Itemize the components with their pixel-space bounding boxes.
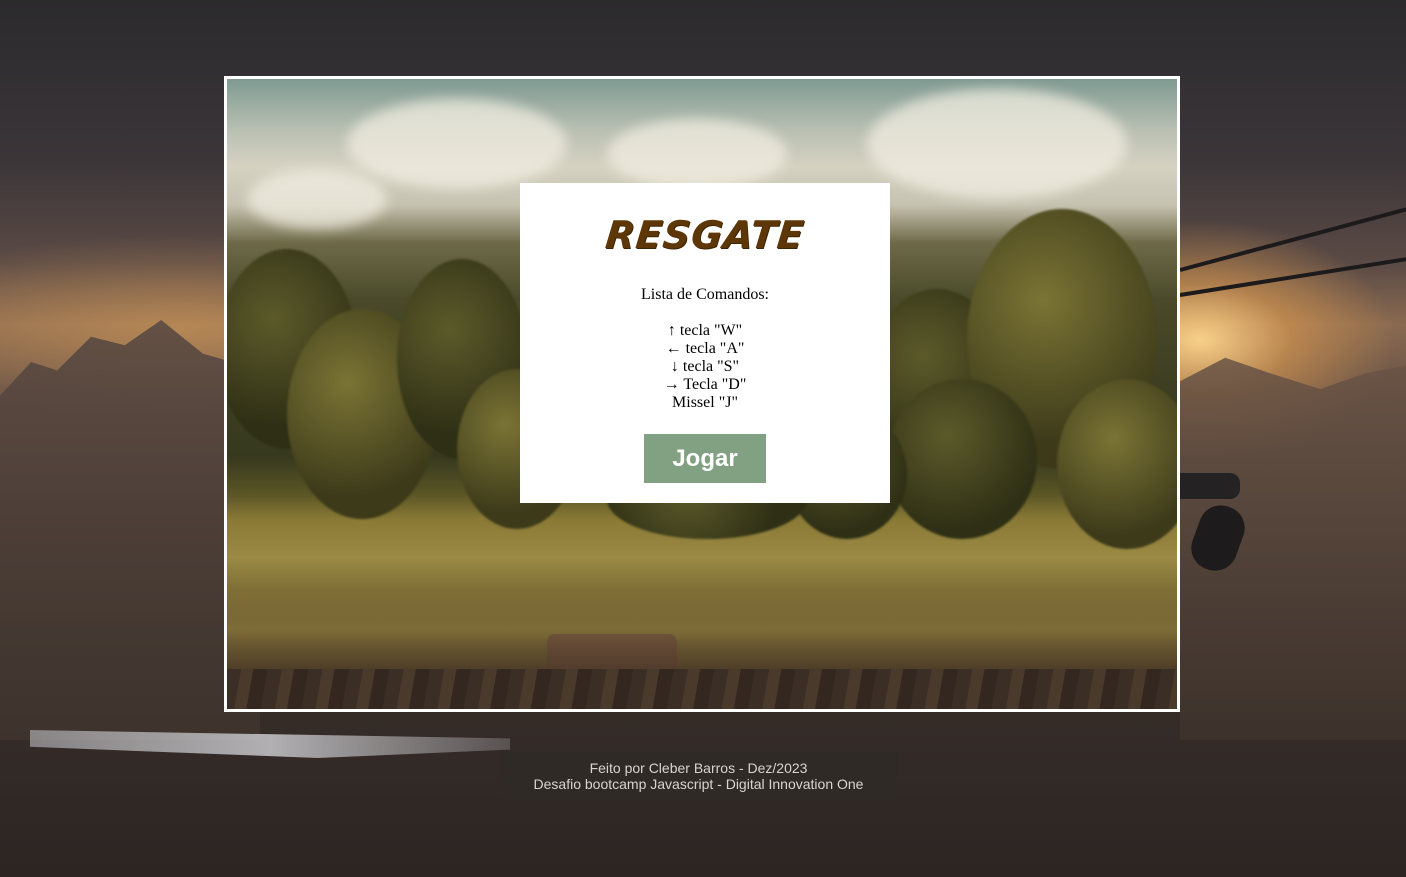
command-missile: Missel "J": [520, 394, 890, 412]
command-label: tecla "A": [685, 340, 745, 357]
command-label: Missel "J": [672, 394, 738, 411]
command-down: ↓ tecla "S": [520, 358, 890, 376]
arrow-right-icon: →: [663, 376, 680, 393]
footer-credits: Feito por Cleber Barros - Dez/2023 Desaf…: [499, 752, 898, 799]
scene-cloud: [867, 89, 1127, 199]
arrow-up-icon: ↑: [667, 322, 676, 339]
scene-cloud: [607, 119, 787, 189]
start-menu-panel: RESGATE Lista de Comandos: ↑ tecla "W" ←…: [520, 183, 890, 503]
commands-heading: Lista de Comandos:: [641, 286, 769, 303]
play-button[interactable]: Jogar: [644, 434, 766, 483]
scene-ground: [227, 669, 1177, 709]
scene-cloud: [247, 169, 387, 229]
scene-tree: [887, 379, 1037, 539]
scene-cloud: [347, 99, 567, 189]
commands-list: ↑ tecla "W" ← tecla "A" ↓ tecla "S" → Te…: [520, 322, 890, 412]
game-title: RESGATE: [603, 213, 807, 257]
command-label: tecla "S": [682, 358, 740, 375]
background-camera-arm: [1180, 473, 1240, 499]
arrow-down-icon: ↓: [670, 358, 679, 375]
command-label: Tecla "D": [683, 376, 747, 393]
command-label: tecla "W": [679, 322, 743, 339]
footer-project-line: Desafio bootcamp Javascript - Digital In…: [533, 776, 864, 792]
game-board[interactable]: RESGATE Lista de Comandos: ↑ tecla "W" ←…: [224, 76, 1180, 712]
command-left: ← tecla "A": [520, 340, 890, 358]
scene-meadow: [227, 589, 1177, 669]
arrow-left-icon: ←: [665, 340, 682, 357]
command-up: ↑ tecla "W": [520, 322, 890, 340]
footer-credit-line: Feito por Cleber Barros - Dez/2023: [589, 760, 808, 776]
command-right: → Tecla "D": [520, 376, 890, 394]
scene-tree: [1057, 379, 1177, 549]
background-mountain-left: [0, 320, 260, 740]
